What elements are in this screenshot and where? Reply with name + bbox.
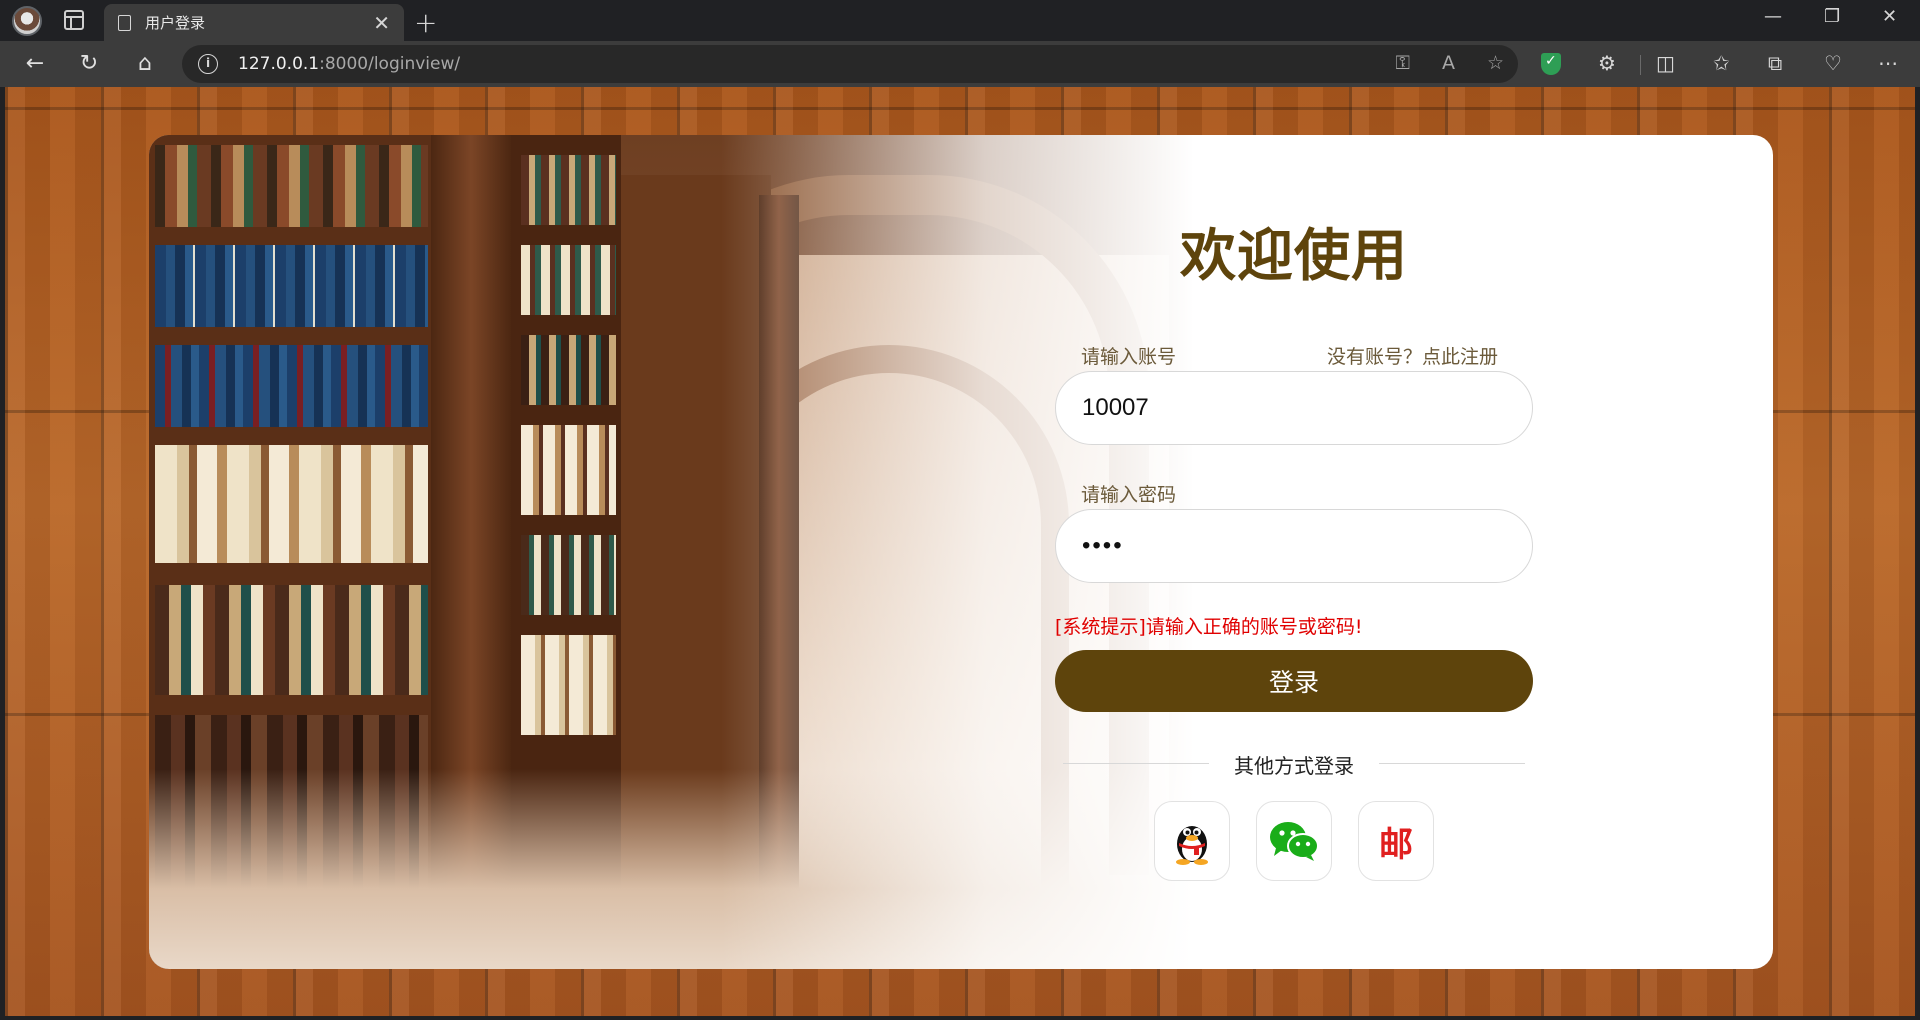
info-icon[interactable]: i: [198, 54, 218, 74]
shield-icon[interactable]: [1541, 53, 1561, 75]
favorites-icon[interactable]: ✩: [1713, 51, 1730, 75]
new-tab-button[interactable]: +: [414, 6, 437, 39]
extensions-icon[interactable]: ⚙: [1598, 51, 1616, 75]
address-bar[interactable]: i 127.0.0.1:8000/loginview/ ⚿ A ☆: [182, 45, 1518, 83]
profile-avatar[interactable]: [12, 6, 42, 36]
email-login-button[interactable]: 邮: [1358, 801, 1434, 881]
qq-login-button[interactable]: [1154, 801, 1230, 881]
account-input-value: 10007: [1082, 394, 1149, 421]
back-icon[interactable]: ←: [20, 49, 50, 79]
login-card: 欢迎使用 请输入账号 没有账号？点此注册 10007 请输入密码 •••• [系…: [149, 135, 1773, 969]
page-background: 欢迎使用 请输入账号 没有账号？点此注册 10007 请输入密码 •••• [系…: [5, 87, 1915, 1016]
minimize-button[interactable]: —: [1764, 6, 1782, 27]
account-label: 请输入账号: [1081, 346, 1177, 368]
key-icon[interactable]: ⚿: [1395, 52, 1409, 74]
error-message: [系统提示]请输入正确的账号或密码!: [1055, 616, 1363, 638]
wechat-icon: [1270, 822, 1319, 861]
account-input[interactable]: 10007: [1055, 371, 1533, 445]
welcome-heading: 欢迎使用: [1180, 224, 1408, 289]
url-host: 127.0.0.1: [238, 54, 320, 74]
browser-essentials-icon[interactable]: ♡: [1824, 51, 1842, 75]
document-icon: [118, 14, 131, 31]
register-link[interactable]: 没有账号？点此注册: [1327, 342, 1498, 369]
tab-title: 用户登录: [145, 14, 206, 32]
browser-title-bar: 用户登录 ✕ + — ❐ ✕: [0, 0, 1920, 41]
email-icon: 邮: [1379, 824, 1413, 865]
refresh-icon[interactable]: ↻: [74, 49, 104, 79]
tab-actions-icon[interactable]: [64, 10, 84, 30]
browser-toolbar: ← ↻ ⌂ i 127.0.0.1:8000/loginview/ ⚿ A ☆ …: [0, 41, 1920, 87]
close-window-button[interactable]: ✕: [1882, 6, 1897, 27]
wechat-login-button[interactable]: [1256, 801, 1332, 881]
qq-penguin-icon: [1176, 826, 1208, 865]
restore-button[interactable]: ❐: [1824, 6, 1840, 27]
divider-right: [1379, 763, 1525, 764]
read-aloud-icon[interactable]: A: [1442, 52, 1455, 74]
password-input[interactable]: ••••: [1055, 509, 1533, 583]
toolbar-divider: [1640, 55, 1641, 75]
favorite-star-icon[interactable]: ☆: [1487, 52, 1504, 74]
password-input-value: ••••: [1082, 532, 1124, 559]
tab-close-icon[interactable]: ✕: [373, 13, 390, 33]
more-icon[interactable]: ⋯: [1878, 51, 1898, 75]
browser-tab[interactable]: 用户登录 ✕: [104, 4, 404, 41]
login-button[interactable]: 登录: [1055, 650, 1533, 712]
other-login-methods-label: 其他方式登录: [1234, 754, 1354, 778]
split-screen-icon[interactable]: ◫: [1656, 51, 1675, 75]
collections-icon[interactable]: ⧉: [1768, 51, 1782, 75]
url-path: :8000/loginview/: [319, 54, 461, 74]
home-icon[interactable]: ⌂: [130, 49, 160, 79]
password-label: 请输入密码: [1081, 484, 1177, 506]
